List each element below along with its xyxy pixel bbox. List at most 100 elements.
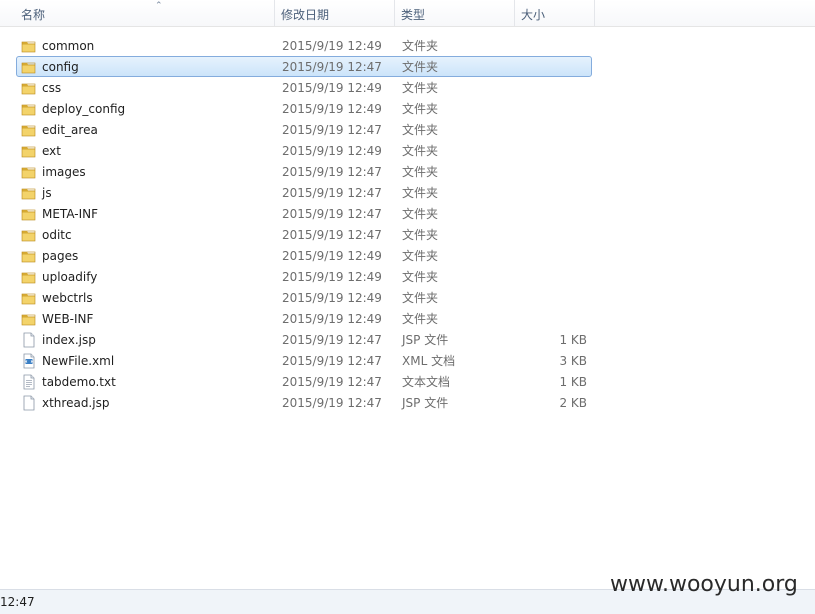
file-name: tabdemo.txt bbox=[42, 375, 116, 389]
file-modified-date: 2015/9/19 12:49 bbox=[282, 312, 382, 326]
file-name: xthread.jsp bbox=[42, 396, 110, 410]
file-row[interactable]: config 2015/9/19 12:47 文件夹 bbox=[16, 56, 592, 77]
folder-icon bbox=[21, 227, 37, 243]
column-header-bar: 名称 ⌃ 修改日期 类型 大小 bbox=[0, 0, 815, 27]
column-header-size[interactable]: 大小 bbox=[515, 0, 595, 26]
file-name: uploadify bbox=[42, 270, 98, 284]
file-row[interactable]: uploadify 2015/9/19 12:49 文件夹 bbox=[16, 266, 592, 287]
file-modified-date: 2015/9/19 12:47 bbox=[282, 333, 382, 347]
file-modified-date: 2015/9/19 12:49 bbox=[282, 102, 382, 116]
file-row[interactable]: images 2015/9/19 12:47 文件夹 bbox=[16, 161, 592, 182]
file-modified-date: 2015/9/19 12:49 bbox=[282, 270, 382, 284]
folder-icon bbox=[21, 311, 37, 327]
file-type: 文件夹 bbox=[402, 207, 439, 221]
folder-icon bbox=[21, 122, 37, 138]
folder-icon bbox=[21, 80, 37, 96]
file-row[interactable]: css 2015/9/19 12:49 文件夹 bbox=[16, 77, 592, 98]
file-modified-date: 2015/9/19 12:47 bbox=[282, 354, 382, 368]
file-modified-date: 2015/9/19 12:49 bbox=[282, 39, 382, 53]
column-header-date-label: 修改日期 bbox=[281, 8, 330, 22]
folder-icon bbox=[21, 101, 37, 117]
file-modified-date: 2015/9/19 12:47 bbox=[282, 60, 382, 74]
file-name: META-INF bbox=[42, 207, 99, 221]
file-modified-date: 2015/9/19 12:47 bbox=[282, 396, 382, 410]
folder-icon bbox=[21, 248, 37, 264]
file-modified-date: 2015/9/19 12:49 bbox=[282, 291, 382, 305]
column-header-name-label: 名称 bbox=[21, 8, 46, 22]
text-file-icon bbox=[21, 374, 37, 390]
file-name: ext bbox=[42, 144, 61, 158]
file-row[interactable]: webctrls 2015/9/19 12:49 文件夹 bbox=[16, 287, 592, 308]
folder-icon bbox=[21, 206, 37, 222]
file-name: NewFile.xml bbox=[42, 354, 115, 368]
watermark: www.wooyun.org bbox=[610, 572, 798, 597]
file-type: 文件夹 bbox=[402, 144, 439, 158]
file-name: config bbox=[42, 60, 79, 74]
file-modified-date: 2015/9/19 12:49 bbox=[282, 249, 382, 263]
file-name: index.jsp bbox=[42, 333, 96, 347]
file-modified-date: 2015/9/19 12:47 bbox=[282, 228, 382, 242]
file-size: 3 KB bbox=[559, 354, 587, 368]
file-modified-date: 2015/9/19 12:47 bbox=[282, 375, 382, 389]
file-type: XML 文档 bbox=[402, 354, 456, 368]
file-name: edit_area bbox=[42, 123, 98, 137]
file-size: 1 KB bbox=[559, 375, 587, 389]
file-row[interactable]: tabdemo.txt 2015/9/19 12:47 文本文档 1 KB bbox=[16, 371, 592, 392]
file-type: 文件夹 bbox=[402, 123, 439, 137]
file-type: 文件夹 bbox=[402, 81, 439, 95]
file-icon bbox=[21, 332, 37, 348]
file-type: 文件夹 bbox=[402, 165, 439, 179]
file-type: 文件夹 bbox=[402, 312, 439, 326]
file-size: 1 KB bbox=[559, 333, 587, 347]
file-name: js bbox=[42, 186, 52, 200]
file-modified-date: 2015/9/19 12:49 bbox=[282, 81, 382, 95]
column-header-date[interactable]: 修改日期 bbox=[275, 0, 395, 26]
column-header-type-label: 类型 bbox=[401, 8, 426, 22]
file-row[interactable]: NewFile.xml 2015/9/19 12:47 XML 文档 3 KB bbox=[16, 350, 592, 371]
folder-icon bbox=[21, 38, 37, 54]
file-type: 文本文档 bbox=[402, 375, 451, 389]
folder-icon bbox=[21, 143, 37, 159]
file-row[interactable]: edit_area 2015/9/19 12:47 文件夹 bbox=[16, 119, 592, 140]
folder-icon bbox=[21, 290, 37, 306]
file-modified-date: 2015/9/19 12:47 bbox=[282, 186, 382, 200]
file-type: 文件夹 bbox=[402, 291, 439, 305]
status-text: 12:47 bbox=[0, 595, 35, 609]
file-name: css bbox=[42, 81, 62, 95]
file-type: 文件夹 bbox=[402, 60, 439, 74]
file-row[interactable]: xthread.jsp 2015/9/19 12:47 JSP 文件 2 KB bbox=[16, 392, 592, 413]
file-modified-date: 2015/9/19 12:47 bbox=[282, 207, 382, 221]
file-type: 文件夹 bbox=[402, 186, 439, 200]
file-name: pages bbox=[42, 249, 79, 263]
file-size: 2 KB bbox=[559, 396, 587, 410]
file-type: 文件夹 bbox=[402, 228, 439, 242]
file-name: WEB-INF bbox=[42, 312, 94, 326]
file-name: common bbox=[42, 39, 95, 53]
file-row[interactable]: ext 2015/9/19 12:49 文件夹 bbox=[16, 140, 592, 161]
sort-ascending-icon: ⌃ bbox=[155, 1, 163, 11]
file-type: 文件夹 bbox=[402, 39, 439, 53]
file-row[interactable]: pages 2015/9/19 12:49 文件夹 bbox=[16, 245, 592, 266]
column-header-name[interactable]: 名称 ⌃ bbox=[15, 0, 275, 26]
column-header-type[interactable]: 类型 bbox=[395, 0, 515, 26]
file-row[interactable]: META-INF 2015/9/19 12:47 文件夹 bbox=[16, 203, 592, 224]
file-type: 文件夹 bbox=[402, 102, 439, 116]
folder-icon bbox=[21, 164, 37, 180]
file-modified-date: 2015/9/19 12:49 bbox=[282, 144, 382, 158]
folder-icon bbox=[21, 59, 37, 75]
file-type: 文件夹 bbox=[402, 270, 439, 284]
file-row[interactable]: oditc 2015/9/19 12:47 文件夹 bbox=[16, 224, 592, 245]
file-type: 文件夹 bbox=[402, 249, 439, 263]
file-row[interactable]: js 2015/9/19 12:47 文件夹 bbox=[16, 182, 592, 203]
file-row[interactable]: index.jsp 2015/9/19 12:47 JSP 文件 1 KB bbox=[16, 329, 592, 350]
file-name: oditc bbox=[42, 228, 72, 242]
file-row[interactable]: WEB-INF 2015/9/19 12:49 文件夹 bbox=[16, 308, 592, 329]
folder-icon bbox=[21, 269, 37, 285]
folder-icon bbox=[21, 185, 37, 201]
file-row[interactable]: deploy_config 2015/9/19 12:49 文件夹 bbox=[16, 98, 592, 119]
file-row[interactable]: common 2015/9/19 12:49 文件夹 bbox=[16, 35, 592, 56]
file-modified-date: 2015/9/19 12:47 bbox=[282, 165, 382, 179]
file-name: webctrls bbox=[42, 291, 93, 305]
column-header-size-label: 大小 bbox=[521, 8, 546, 22]
file-type: JSP 文件 bbox=[402, 333, 449, 347]
